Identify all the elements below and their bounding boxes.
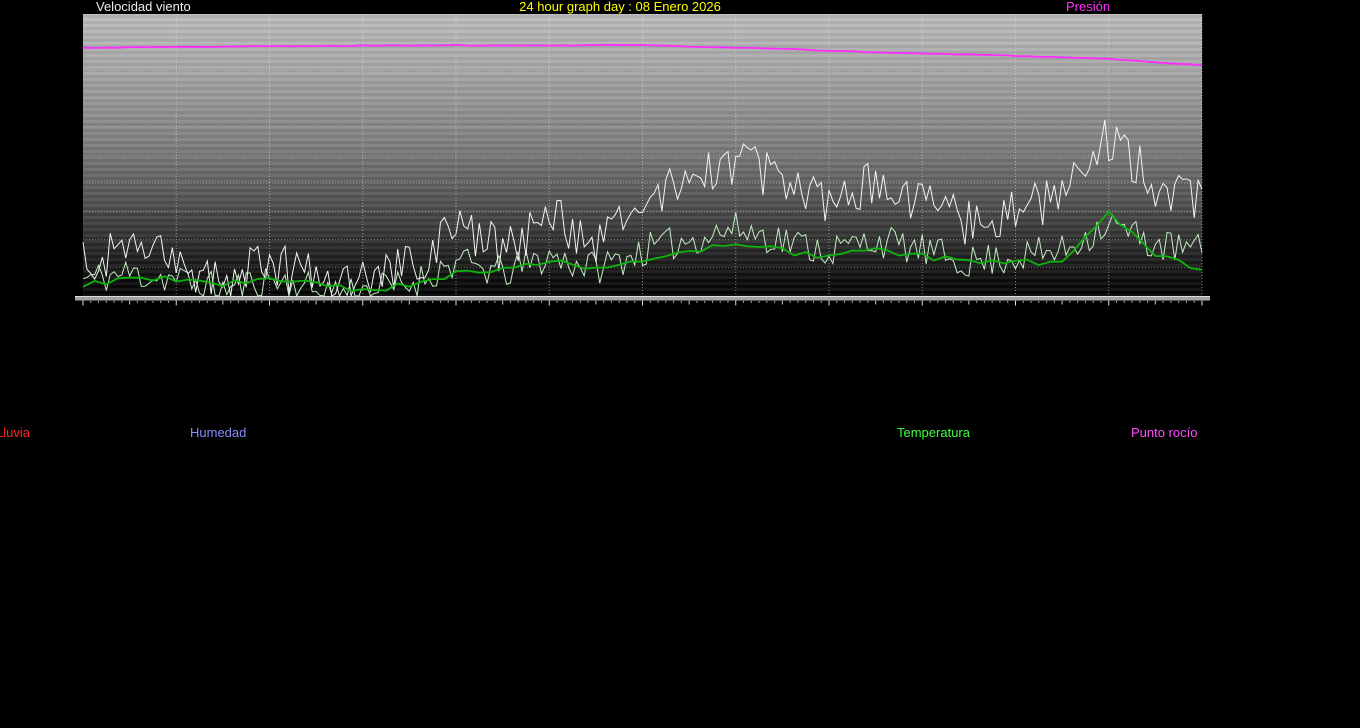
- weather-charts-svg: [0, 0, 1360, 728]
- charts-container: [0, 0, 1360, 728]
- wind-pressure-panel: [75, 14, 1210, 306]
- wind-pressure-x-axis-bar: [75, 297, 1210, 301]
- weather-24h-graph-page: Velocidad viento 24 hour graph day : 08 …: [0, 0, 1360, 728]
